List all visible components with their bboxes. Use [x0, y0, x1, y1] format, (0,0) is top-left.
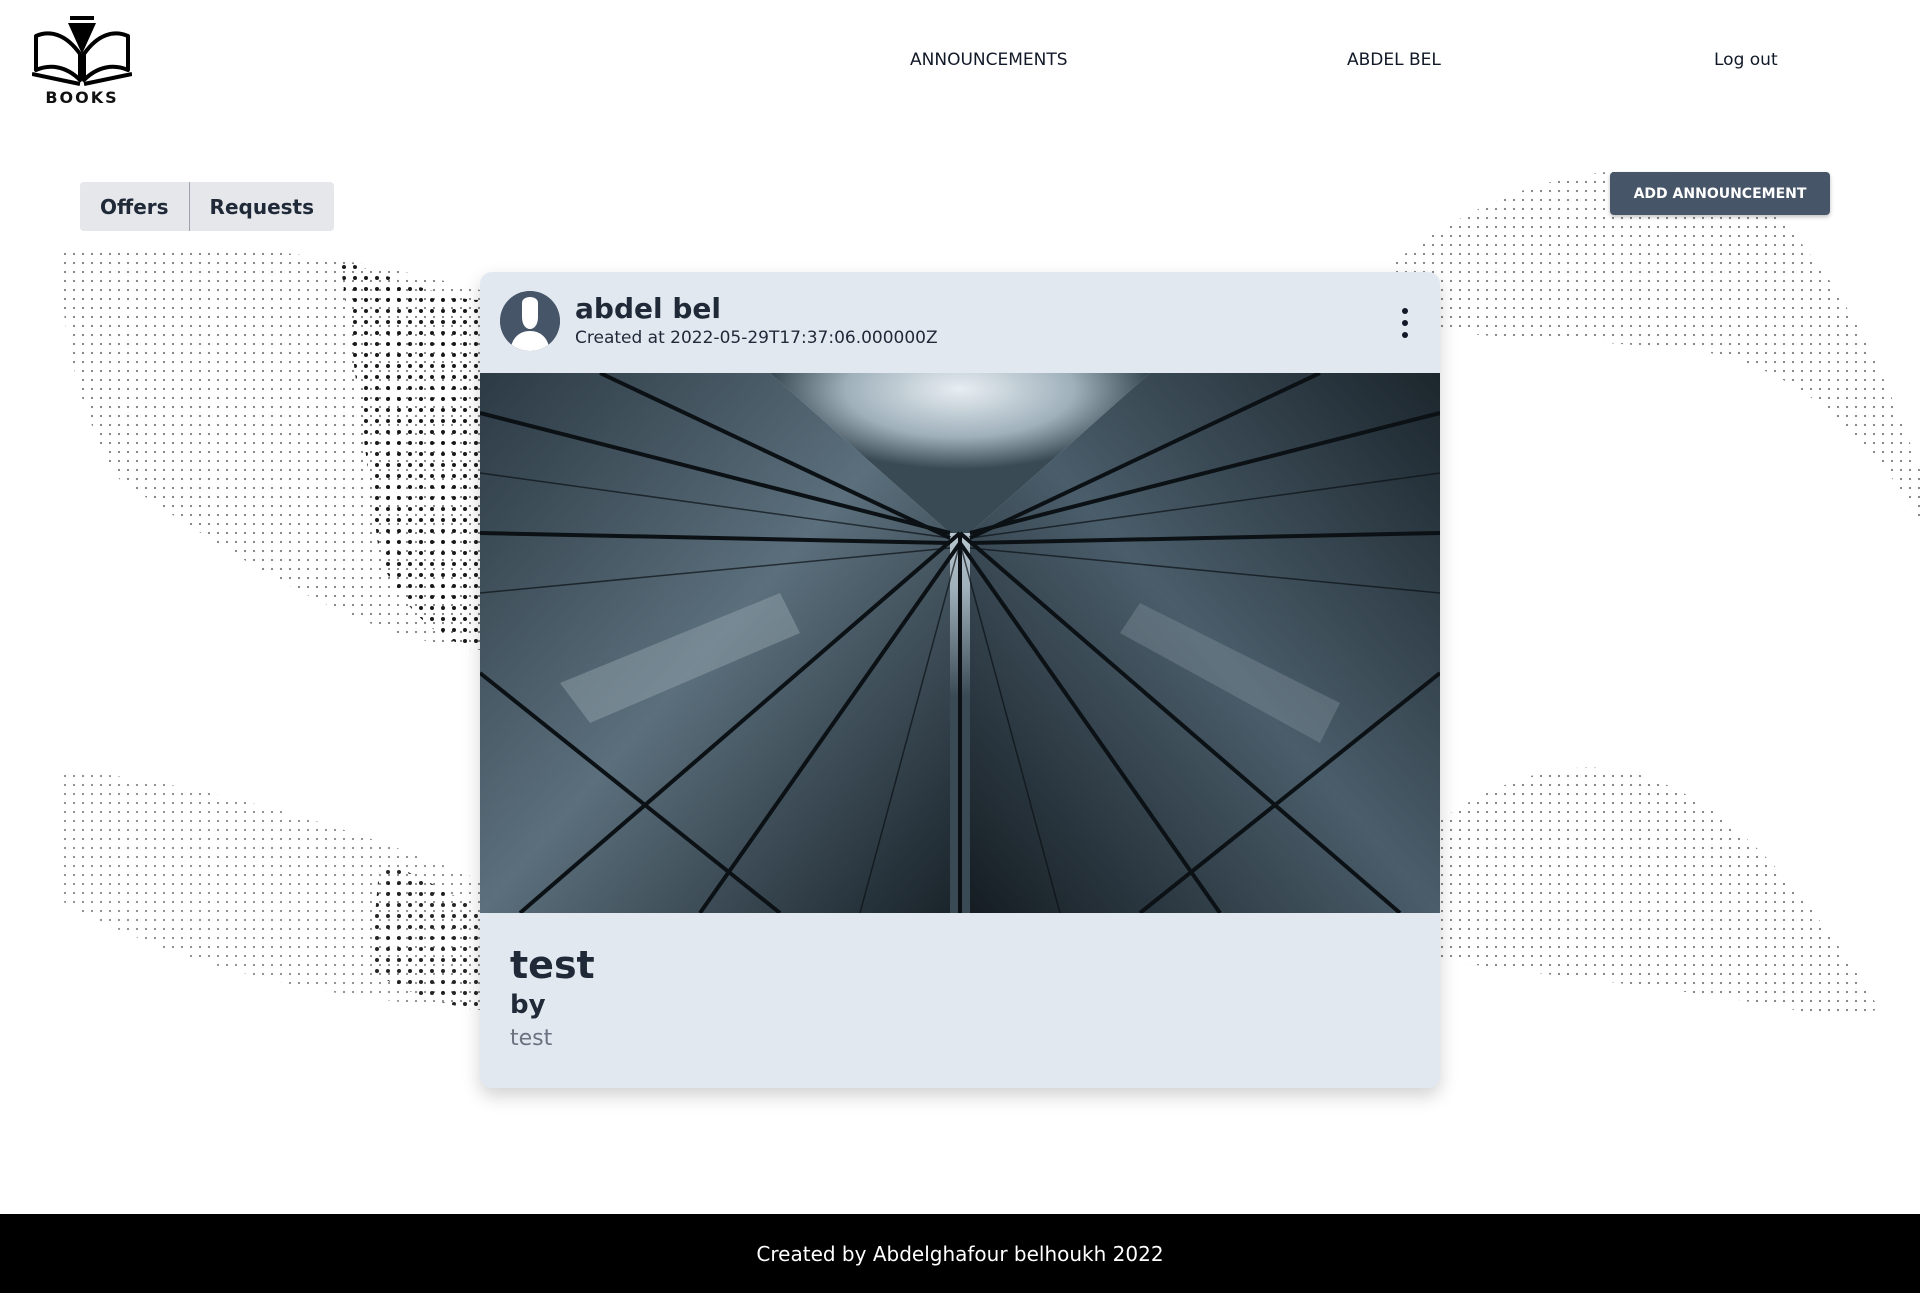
announcement-description: test	[510, 1026, 553, 1051]
announcement-title: test	[510, 943, 595, 987]
announcement-image	[480, 373, 1440, 913]
card-body: test by test	[510, 942, 595, 1056]
logout-link[interactable]: Log out	[1714, 50, 1778, 70]
page: BOOKS ANNOUNCEMENTS ABDEL BEL Log out Of…	[0, 0, 1920, 1293]
site-footer: Created by Abdelghafour belhoukh 2022	[0, 1214, 1920, 1293]
brand-logo[interactable]: BOOKS	[32, 14, 132, 110]
announcement-card: abdel bel Created at 2022-05-29T17:37:06…	[480, 272, 1440, 1088]
add-announcement-button[interactable]: ADD ANNOUNCEMENT	[1610, 172, 1830, 215]
kebab-menu-icon[interactable]	[1395, 306, 1415, 340]
announcement-by-label: by	[510, 990, 546, 1020]
card-author-name: abdel bel	[575, 292, 721, 325]
site-header: BOOKS ANNOUNCEMENTS ABDEL BEL Log out	[0, 0, 1920, 130]
nav-user-link[interactable]: ABDEL BEL	[1347, 50, 1441, 70]
brand-name: BOOKS	[45, 88, 119, 107]
open-book-icon	[32, 16, 132, 86]
card-created-at: Created at 2022-05-29T17:37:06.000000Z	[575, 328, 938, 348]
footer-credit: Created by Abdelghafour belhoukh 2022	[756, 1241, 1164, 1266]
user-avatar-icon	[500, 291, 560, 351]
offer-request-tabs: Offers Requests	[80, 182, 334, 231]
tab-offers[interactable]: Offers	[80, 182, 189, 231]
nav-announcements-link[interactable]: ANNOUNCEMENTS	[910, 50, 1068, 70]
tab-requests[interactable]: Requests	[188, 182, 334, 231]
card-header: abdel bel Created at 2022-05-29T17:37:06…	[480, 272, 1440, 373]
